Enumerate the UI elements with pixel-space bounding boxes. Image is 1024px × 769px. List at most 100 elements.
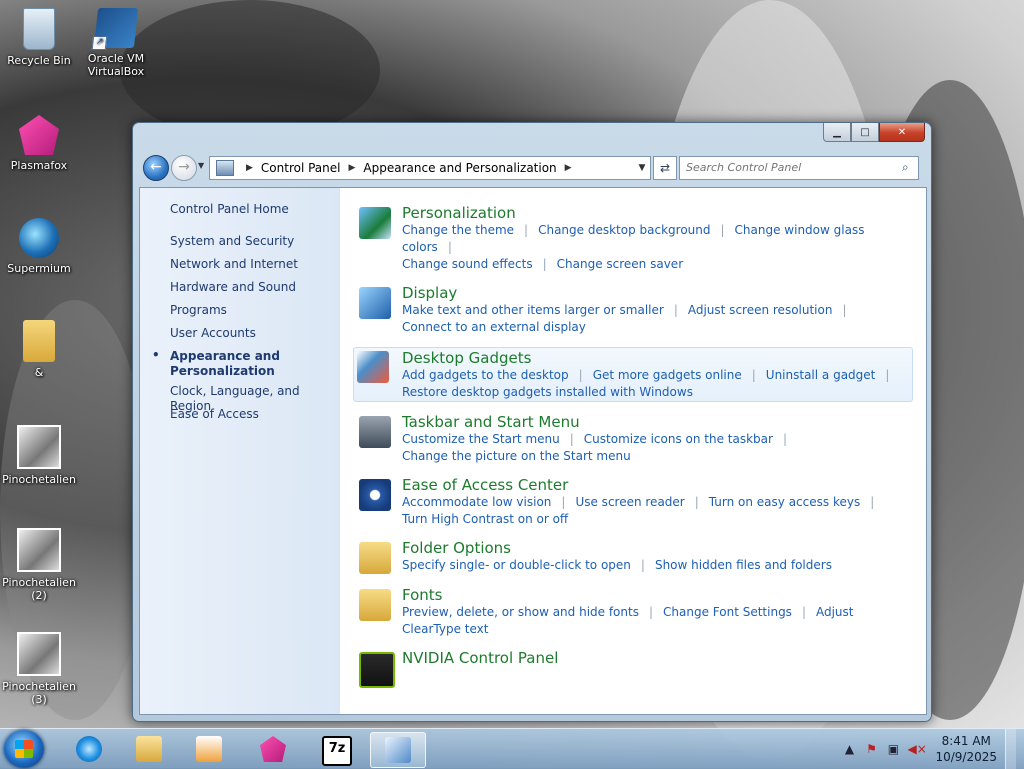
- category-link[interactable]: Hardware and Sound: [170, 280, 340, 303]
- image-file-icon: [17, 632, 61, 676]
- address-dropdown-icon[interactable]: ▼: [634, 163, 650, 173]
- desktop-icon-recycle-bin[interactable]: Recycle Bin: [1, 8, 77, 67]
- desktop-icon-supermium[interactable]: Supermium: [1, 218, 77, 275]
- taskbar-media-player[interactable]: [182, 732, 236, 766]
- recent-pages-dropdown[interactable]: ▼: [198, 161, 206, 173]
- desktop-icon-label: Oracle VM VirtualBox: [87, 52, 145, 78]
- nvidia-icon[interactable]: [359, 652, 395, 688]
- divider: |: [870, 495, 875, 509]
- control-panel-home-link[interactable]: Control Panel Home: [170, 202, 289, 216]
- taskbar-7zip[interactable]: 7z: [308, 732, 362, 766]
- taskbar-windows-explorer[interactable]: [122, 732, 176, 766]
- task-link[interactable]: Change desktop background: [538, 223, 710, 237]
- task-link[interactable]: Adjust screen resolution: [688, 303, 833, 317]
- desktop-icon-folder[interactable]: &: [1, 320, 77, 379]
- chevron-right-icon[interactable]: ▶: [565, 163, 572, 173]
- desktop-icon-pinochetalien-2[interactable]: Pinochetalien (2): [1, 528, 77, 602]
- task-link[interactable]: Change Font Settings: [663, 605, 792, 619]
- task-link[interactable]: Turn High Contrast on or off: [402, 512, 568, 526]
- task-link[interactable]: Connect to an external display: [402, 320, 586, 334]
- desktop-icon-pinochetalien-3[interactable]: Pinochetalien (3): [1, 632, 77, 706]
- refresh-button[interactable]: ⇄: [653, 156, 677, 180]
- section-personalization: Personalization Change the theme | Change …: [356, 204, 916, 273]
- ease-of-access-icon[interactable]: [359, 479, 391, 511]
- task-link[interactable]: Change screen saver: [557, 257, 684, 271]
- task-link[interactable]: Specify single- or double-click to open: [402, 558, 631, 572]
- show-desktop-button[interactable]: [1005, 729, 1016, 769]
- chevron-right-icon[interactable]: ▶: [349, 163, 356, 173]
- divider: |: [694, 495, 699, 509]
- task-link[interactable]: Change the picture on the Start menu: [402, 449, 631, 463]
- task-link[interactable]: Accommodate low vision: [402, 495, 551, 509]
- divider: |: [751, 368, 756, 382]
- category-link[interactable]: System and Security: [170, 234, 340, 257]
- windows-explorer-icon: [136, 736, 162, 762]
- divider: |: [648, 605, 654, 619]
- desktop-icon-plasmafox[interactable]: Plasmafox: [1, 115, 77, 172]
- clock-time: 8:41 AM: [941, 734, 991, 748]
- close-button[interactable]: ✕: [879, 123, 925, 142]
- start-button[interactable]: [4, 730, 44, 768]
- task-link[interactable]: Make text and other items larger or smal…: [402, 303, 664, 317]
- window-content: Control Panel Home System and Security N…: [139, 187, 927, 715]
- section-title[interactable]: Ease of Access Center: [402, 476, 916, 494]
- task-link[interactable]: Preview, delete, or show and hide fonts: [402, 605, 639, 619]
- task-link[interactable]: Turn on easy access keys: [709, 495, 860, 509]
- task-link[interactable]: Customize icons on the taskbar: [584, 432, 773, 446]
- section-title[interactable]: Fonts: [402, 586, 916, 604]
- personalization-icon[interactable]: [359, 207, 391, 239]
- taskbar-icon[interactable]: [359, 416, 391, 448]
- task-link[interactable]: Uninstall a gadget: [766, 368, 876, 382]
- desktop-icon-virtualbox[interactable]: ↗ Oracle VM VirtualBox: [78, 8, 154, 78]
- section-title[interactable]: NVIDIA Control Panel: [402, 649, 916, 667]
- task-link[interactable]: Add gadgets to the desktop: [402, 368, 569, 382]
- task-link[interactable]: Customize the Start menu: [402, 432, 560, 446]
- task-link[interactable]: Use screen reader: [575, 495, 684, 509]
- breadcrumb-appearance[interactable]: Appearance and Personalization: [363, 161, 556, 175]
- forward-button[interactable]: →: [171, 155, 197, 181]
- address-bar[interactable]: ▶ Control Panel ▶ Appearance and Persona…: [209, 156, 651, 180]
- search-box[interactable]: ⌕: [679, 156, 919, 180]
- clock[interactable]: 8:41 AM 10/9/2025: [935, 733, 997, 765]
- task-link[interactable]: Get more gadgets online: [593, 368, 742, 382]
- divider: |: [578, 368, 583, 382]
- category-link[interactable]: Ease of Access: [170, 407, 340, 430]
- category-link[interactable]: Network and Internet: [170, 257, 340, 280]
- network-icon[interactable]: ▣: [885, 741, 901, 757]
- divider: |: [542, 257, 547, 271]
- folder-options-icon[interactable]: [359, 542, 391, 574]
- desktop-icon-pinochetalien[interactable]: Pinochetalien: [1, 425, 77, 486]
- volume-muted-icon[interactable]: ◀×: [907, 741, 926, 757]
- divider: |: [640, 558, 645, 572]
- maximize-button[interactable]: □: [851, 123, 879, 142]
- divider: |: [885, 368, 890, 382]
- gadgets-icon[interactable]: [357, 351, 389, 383]
- search-icon[interactable]: ⌕: [902, 160, 914, 174]
- taskbar-internet-explorer[interactable]: [62, 732, 116, 766]
- section-title[interactable]: Display: [402, 284, 916, 302]
- task-link[interactable]: Change sound effects: [402, 257, 533, 271]
- category-link-active[interactable]: Appearance and Personalization: [152, 348, 340, 384]
- category-link[interactable]: User Accounts: [170, 326, 340, 349]
- search-input[interactable]: [680, 157, 902, 177]
- taskbar-control-panel[interactable]: [370, 732, 426, 768]
- category-link[interactable]: Programs: [170, 303, 340, 326]
- action-center-icon[interactable]: ⚑: [863, 741, 879, 757]
- back-button[interactable]: ←: [143, 155, 169, 181]
- section-title[interactable]: Folder Options: [402, 539, 916, 557]
- category-link[interactable]: Clock, Language, and Region: [170, 384, 340, 413]
- section-title[interactable]: Personalization: [402, 204, 916, 222]
- breadcrumb-control-panel[interactable]: Control Panel: [261, 161, 341, 175]
- task-link[interactable]: Show hidden files and folders: [655, 558, 832, 572]
- task-link[interactable]: Restore desktop gadgets installed with W…: [402, 385, 693, 399]
- image-file-icon: [17, 425, 61, 469]
- minimize-button[interactable]: ▁: [823, 123, 851, 142]
- show-hidden-icons-button[interactable]: ▲: [841, 741, 857, 757]
- task-link[interactable]: Change the theme: [402, 223, 514, 237]
- taskbar-plasmafox[interactable]: [246, 732, 300, 766]
- fonts-icon[interactable]: [359, 589, 391, 621]
- section-title[interactable]: Taskbar and Start Menu: [402, 413, 916, 431]
- display-icon[interactable]: [359, 287, 391, 319]
- section-title[interactable]: Desktop Gadgets: [402, 349, 912, 367]
- chevron-right-icon[interactable]: ▶: [246, 163, 253, 173]
